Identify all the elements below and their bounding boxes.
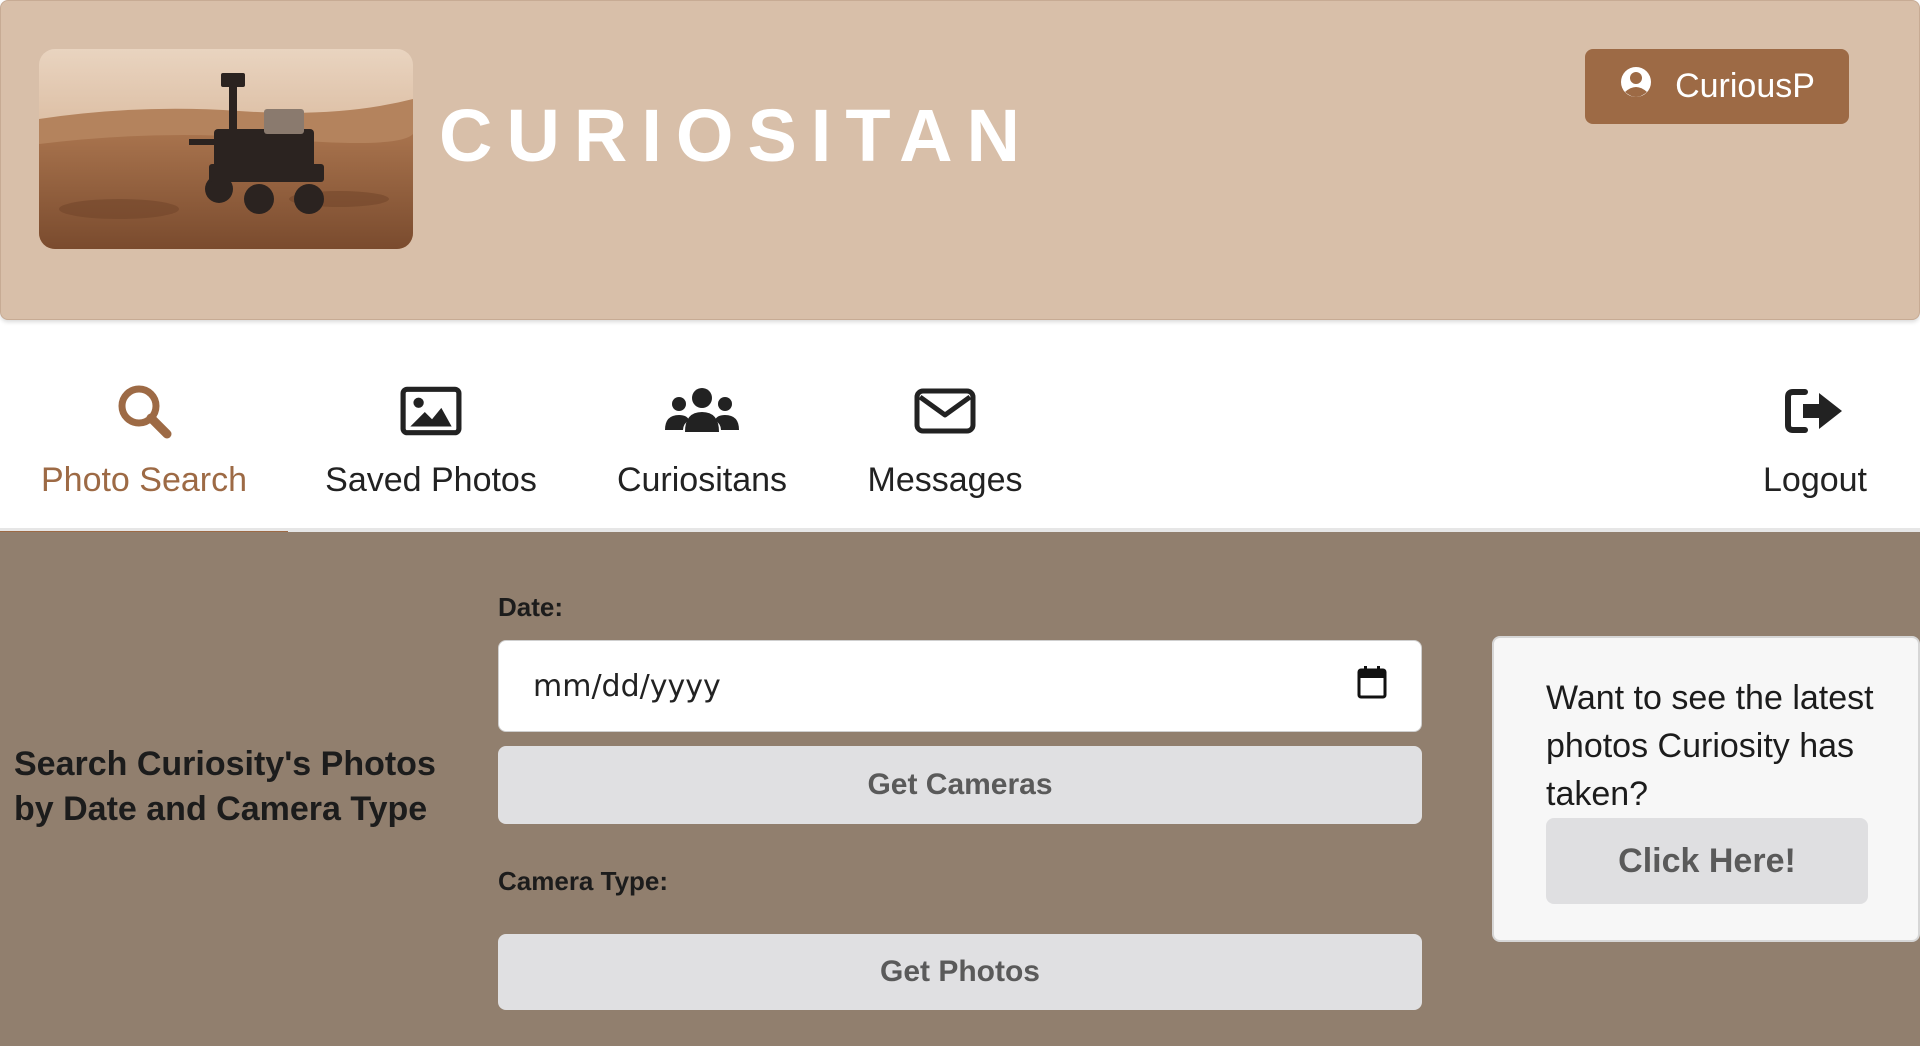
- nav-label: Logout: [1763, 461, 1867, 499]
- users-icon: [663, 360, 741, 449]
- app-header: CURIOSITAN CuriousP: [0, 0, 1920, 320]
- calendar-icon[interactable]: [1357, 665, 1387, 707]
- get-photos-button[interactable]: Get Photos: [498, 934, 1422, 1010]
- user-circle-icon: [1619, 65, 1653, 108]
- logout-icon: [1785, 360, 1845, 449]
- brand-title: CURIOSITAN: [439, 94, 1034, 177]
- nav-curiositans[interactable]: Curiositans: [604, 360, 800, 532]
- nav-label: Messages: [867, 461, 1023, 499]
- date-input[interactable]: mm/dd/yyyy: [498, 640, 1422, 732]
- nav-label: Curiositans: [616, 461, 788, 499]
- nav-messages[interactable]: Messages: [860, 360, 1030, 532]
- main-nav: Photo Search Saved Photos Curiositans Me…: [0, 360, 1920, 536]
- get-cameras-button[interactable]: Get Cameras: [498, 746, 1422, 824]
- nav-label: Photo Search: [40, 461, 248, 499]
- search-title: Search Curiosity's Photos by Date and Ca…: [14, 745, 436, 828]
- nav-label: Saved Photos: [325, 461, 537, 499]
- image-icon: [400, 360, 462, 449]
- search-icon: [115, 360, 173, 449]
- rover-photo: [39, 49, 413, 249]
- click-here-button[interactable]: Click Here!: [1546, 818, 1868, 904]
- search-panel: Search Curiosity's Photos by Date and Ca…: [0, 532, 1920, 1046]
- nav-saved-photos[interactable]: Saved Photos: [318, 360, 544, 532]
- date-label: Date:: [498, 592, 564, 622]
- user-profile-button[interactable]: CuriousP: [1585, 49, 1849, 124]
- camera-type-label: Camera Type:: [498, 866, 669, 896]
- latest-photos-card: Want to see the latest photos Curiosity …: [1492, 636, 1920, 942]
- envelope-icon: [914, 360, 976, 449]
- date-placeholder: mm/dd/yyyy: [533, 668, 721, 704]
- promo-text: Want to see the latest photos Curiosity …: [1546, 679, 1874, 813]
- nav-logout[interactable]: Logout: [1750, 360, 1880, 532]
- nav-photo-search[interactable]: Photo Search: [0, 360, 288, 536]
- user-button-label: CuriousP: [1675, 67, 1815, 105]
